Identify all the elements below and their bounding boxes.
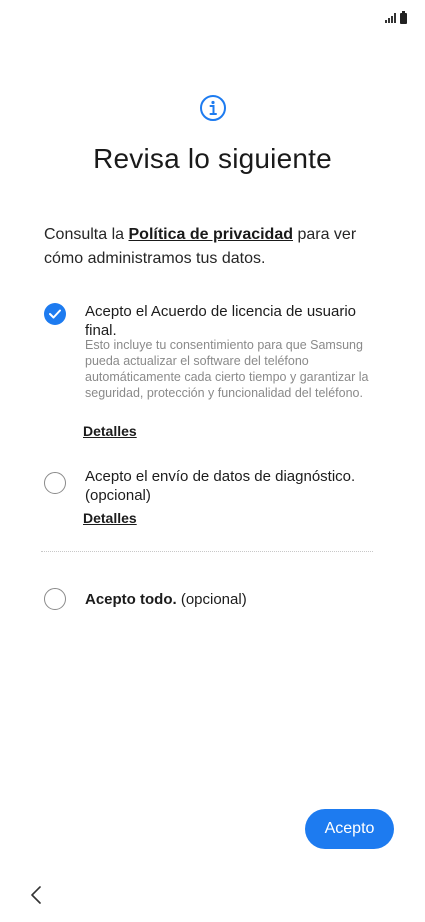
accept-all-checkbox[interactable] [44,588,66,610]
eula-option[interactable]: Acepto el Acuerdo de licencia de usuario… [44,302,389,452]
page-title: Revisa lo siguiente [93,143,332,174]
intro-text: Consulta la Política de privacidad para … [44,223,394,271]
status-bar [385,8,407,28]
accept-all-label: Acepto todo. (opcional) [85,590,385,609]
info-icon [200,95,226,121]
diagnostics-option[interactable]: Acepto el envío de datos de diagnóstico.… [44,467,389,527]
accept-all-option[interactable]: Acepto todo. (opcional) [44,588,389,614]
privacy-policy-link[interactable]: Política de privacidad [129,226,294,243]
signal-icon [385,13,396,23]
accept-button[interactable]: Acepto [305,809,394,849]
eula-details-link[interactable]: Detalles [83,423,137,439]
eula-label: Acepto el Acuerdo de licencia de usuario… [85,303,357,339]
divider [41,551,373,552]
accept-all-label-rest: (opcional) [176,591,247,608]
back-chevron-icon[interactable] [28,884,44,906]
diagnostics-checkbox[interactable] [44,472,66,494]
diagnostics-details-link[interactable]: Detalles [83,510,137,526]
intro-prefix: Consulta la [44,226,129,243]
check-icon [49,309,61,319]
eula-checkbox[interactable] [44,303,66,325]
accept-all-label-bold: Acepto todo. [85,591,177,608]
diagnostics-label: Acepto el envío de datos de diagnóstico.… [85,468,356,504]
eula-description: Esto incluye tu consentimiento para que … [85,338,369,400]
battery-icon [400,10,407,24]
